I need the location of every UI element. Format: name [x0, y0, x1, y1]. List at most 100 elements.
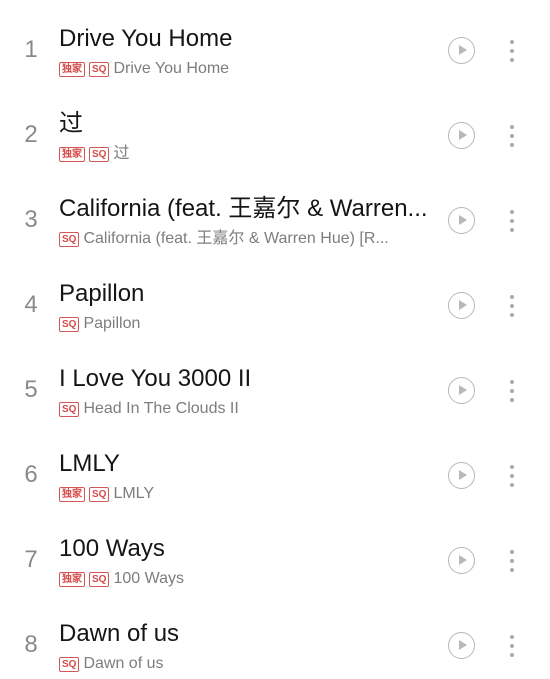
- song-row-3[interactable]: 3 California (feat. 王嘉尔 & Warren... SQ C…: [0, 170, 550, 254]
- play-icon: [459, 555, 467, 565]
- song-title[interactable]: Dawn of us: [59, 619, 431, 649]
- more-icon: [510, 653, 514, 657]
- more-icon: [510, 313, 514, 317]
- song-index: 7: [24, 546, 38, 573]
- song-title[interactable]: Drive You Home: [59, 24, 431, 54]
- song-subtitle: LMLY: [113, 485, 155, 502]
- song-index: 2: [24, 121, 38, 148]
- more-button[interactable]: [506, 465, 518, 489]
- exclusive-badge: 独家: [59, 571, 85, 587]
- song-meta: SQ California (feat. 王嘉尔 & Warren Hue) […: [59, 229, 431, 249]
- more-icon: [510, 295, 514, 299]
- more-icon: [510, 134, 514, 138]
- exclusive-badge: 独家: [59, 61, 85, 77]
- exclusive-badge: 独家: [59, 146, 85, 162]
- song-meta: SQ Head In The Clouds II: [59, 399, 431, 419]
- song-meta: 独家 SQ 100 Ways: [59, 569, 431, 589]
- sq-badge: SQ: [89, 571, 110, 587]
- sq-badge: SQ: [59, 231, 80, 247]
- play-icon: [459, 130, 467, 140]
- song-title[interactable]: LMLY: [59, 449, 431, 479]
- more-icon: [510, 389, 514, 393]
- song-subtitle: 过: [113, 145, 130, 162]
- play-button[interactable]: [448, 377, 475, 404]
- sq-badge: SQ: [89, 61, 110, 77]
- play-icon: [459, 45, 467, 55]
- song-index: 3: [24, 206, 38, 233]
- more-button[interactable]: [506, 125, 518, 149]
- more-button[interactable]: [506, 295, 518, 319]
- song-row-5[interactable]: 5 I Love You 3000 II SQ Head In The Clou…: [0, 340, 550, 424]
- more-icon: [510, 483, 514, 487]
- play-button[interactable]: [448, 292, 475, 319]
- more-icon: [510, 635, 514, 639]
- song-subtitle: 100 Ways: [113, 570, 184, 587]
- play-button[interactable]: [448, 207, 475, 234]
- more-icon: [510, 304, 514, 308]
- song-row-6[interactable]: 6 LMLY 独家 SQ LMLY: [0, 425, 550, 509]
- more-icon: [510, 58, 514, 62]
- song-meta: SQ Papillon: [59, 314, 431, 334]
- song-row-7[interactable]: 7 100 Ways 独家 SQ 100 Ways: [0, 510, 550, 594]
- song-title[interactable]: California (feat. 王嘉尔 & Warren...: [59, 194, 431, 224]
- song-index: 5: [24, 376, 38, 403]
- more-icon: [510, 40, 514, 44]
- song-meta: 独家 SQ LMLY: [59, 484, 431, 504]
- song-title[interactable]: 100 Ways: [59, 534, 431, 564]
- song-index: 8: [24, 631, 38, 658]
- sq-badge: SQ: [59, 316, 80, 332]
- more-icon: [510, 143, 514, 147]
- song-subtitle: Drive You Home: [113, 60, 230, 77]
- song-subtitle: Papillon: [83, 315, 141, 332]
- more-button[interactable]: [506, 40, 518, 64]
- play-icon: [459, 640, 467, 650]
- more-button[interactable]: [506, 210, 518, 234]
- song-meta: 独家 SQ Drive You Home: [59, 59, 431, 79]
- more-icon: [510, 474, 514, 478]
- more-icon: [510, 550, 514, 554]
- more-icon: [510, 398, 514, 402]
- more-icon: [510, 568, 514, 572]
- more-icon: [510, 210, 514, 214]
- more-button[interactable]: [506, 635, 518, 659]
- song-index: 6: [24, 461, 38, 488]
- more-button[interactable]: [506, 380, 518, 404]
- song-subtitle: Dawn of us: [83, 655, 164, 672]
- song-row-4[interactable]: 4 Papillon SQ Papillon: [0, 255, 550, 339]
- play-button[interactable]: [448, 37, 475, 64]
- sq-badge: SQ: [59, 656, 80, 672]
- play-button[interactable]: [448, 122, 475, 149]
- exclusive-badge: 独家: [59, 486, 85, 502]
- song-index: 1: [24, 36, 38, 63]
- song-list: 1 Drive You Home 独家 SQ Drive You Home 2 …: [0, 0, 550, 673]
- play-button[interactable]: [448, 547, 475, 574]
- song-row-2[interactable]: 2 过 独家 SQ 过: [0, 85, 550, 169]
- more-button[interactable]: [506, 550, 518, 574]
- song-title[interactable]: I Love You 3000 II: [59, 364, 431, 394]
- play-icon: [459, 300, 467, 310]
- more-icon: [510, 465, 514, 469]
- song-row-8[interactable]: 8 Dawn of us SQ Dawn of us: [0, 595, 550, 679]
- sq-badge: SQ: [59, 401, 80, 417]
- sq-badge: SQ: [89, 486, 110, 502]
- song-subtitle: Head In The Clouds II: [83, 400, 239, 417]
- song-row-1[interactable]: 1 Drive You Home 独家 SQ Drive You Home: [0, 0, 550, 84]
- song-index: 4: [24, 291, 38, 318]
- song-meta: SQ Dawn of us: [59, 654, 431, 674]
- more-icon: [510, 49, 514, 53]
- song-subtitle: California (feat. 王嘉尔 & Warren Hue) [R..…: [83, 230, 389, 247]
- sq-badge: SQ: [89, 146, 110, 162]
- more-icon: [510, 125, 514, 129]
- song-meta: 独家 SQ 过: [59, 144, 431, 164]
- play-icon: [459, 470, 467, 480]
- more-icon: [510, 644, 514, 648]
- play-icon: [459, 385, 467, 395]
- play-button[interactable]: [448, 632, 475, 659]
- play-button[interactable]: [448, 462, 475, 489]
- song-title[interactable]: 过: [59, 109, 431, 139]
- more-icon: [510, 219, 514, 223]
- song-title[interactable]: Papillon: [59, 279, 431, 309]
- play-icon: [459, 215, 467, 225]
- more-icon: [510, 380, 514, 384]
- more-icon: [510, 228, 514, 232]
